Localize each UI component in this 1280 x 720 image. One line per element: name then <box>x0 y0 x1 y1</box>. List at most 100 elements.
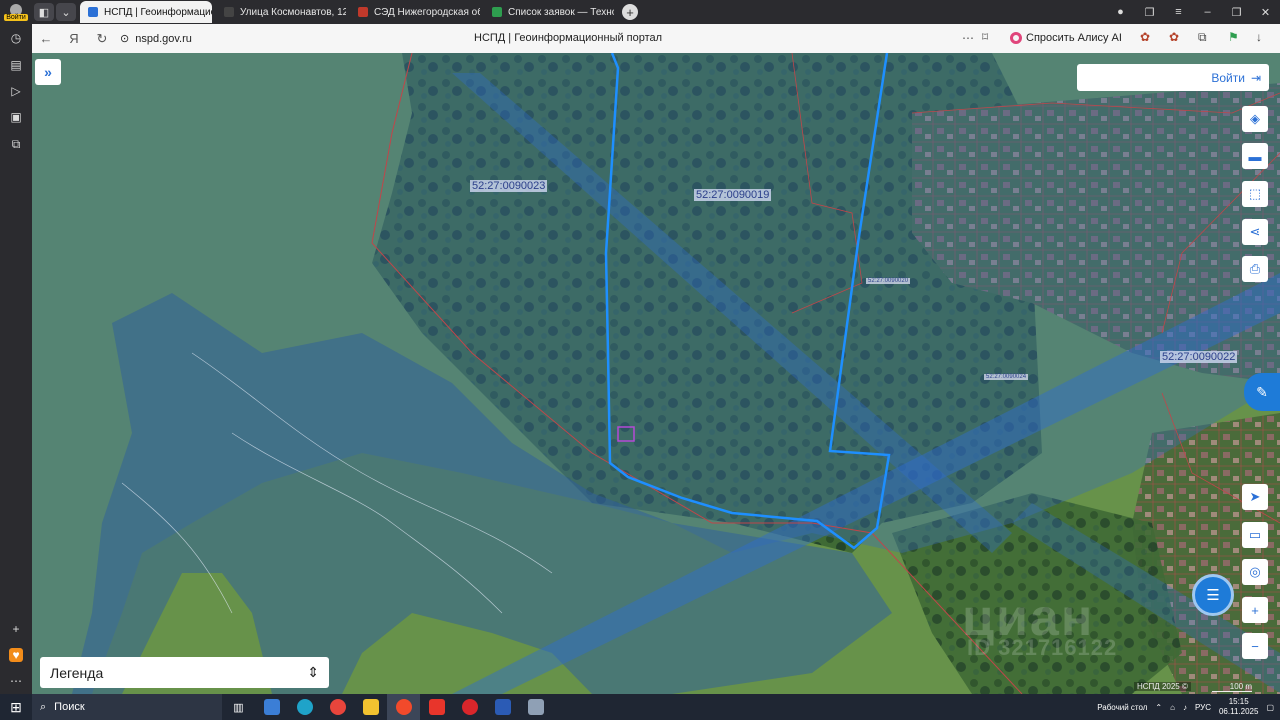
parcel-label[interactable]: 52:27:0090023 <box>470 180 548 192</box>
attribution: НСПД 2025 © <box>1134 682 1191 691</box>
location-button[interactable]: ◎ <box>1242 559 1268 585</box>
task-view-button[interactable]: ▥ <box>222 694 255 720</box>
screen: Войти ◧ ⌄ НСПД | Геоинформацион ✕ Улица … <box>0 0 1280 720</box>
tab-nspd[interactable]: НСПД | Геоинформацион ✕ <box>80 1 212 23</box>
url-field[interactable]: ⊙ nspd.gov.ru <box>120 32 192 46</box>
technok-favicon-icon <box>492 7 502 17</box>
extensions-icon[interactable]: ⚑ <box>1228 30 1239 44</box>
network-icon[interactable]: ⌂ <box>1170 703 1175 712</box>
more-options-icon[interactable]: ⋯ <box>962 31 974 45</box>
site-info-icon[interactable]: ⊙ <box>120 32 129 45</box>
taskbar-photo[interactable] <box>519 694 552 720</box>
history-icon[interactable]: ◷ <box>9 31 23 45</box>
reload-icon[interactable]: ↻ <box>88 31 116 47</box>
location-icon: ◎ <box>1249 564 1261 579</box>
parcel-label[interactable]: 52:27:0090020 <box>866 278 911 284</box>
screenshot-icon[interactable]: ⧉ <box>9 137 23 151</box>
taskbar-word[interactable] <box>486 694 519 720</box>
app-icon <box>263 699 280 715</box>
menu-icon[interactable]: ≡ <box>1164 6 1193 18</box>
play-icon[interactable]: ▷ <box>9 84 23 98</box>
desktop-label[interactable]: Рабочий стол <box>1097 703 1147 712</box>
chrome-icon <box>329 699 346 715</box>
close-window-icon[interactable]: ✕ <box>1251 6 1280 19</box>
browser-side-panel: ◷ ▤ ▷ ▣ ⧉ + ♥ ⋯ <box>0 24 32 694</box>
taskbar-yandex-browser[interactable] <box>387 694 420 720</box>
notes-icon[interactable]: ▤ <box>9 58 23 72</box>
collections-icon[interactable]: ❐ <box>1135 6 1164 19</box>
extension-icon[interactable]: ✿ <box>1140 30 1150 44</box>
ruler-button[interactable]: ▬ <box>1242 143 1268 169</box>
chevron-up-icon[interactable]: ⌃ <box>1155 703 1162 712</box>
taskbar-explorer[interactable] <box>354 694 387 720</box>
legend-dropdown[interactable]: Легенда ⇕ <box>40 657 329 688</box>
login-button[interactable]: Войти ⇥ <box>1077 64 1269 91</box>
share-icon: ⋖ <box>1249 224 1261 239</box>
tabs-menu-button[interactable]: ◧ <box>34 3 54 21</box>
alice-icon <box>1010 32 1022 44</box>
taskbar-search[interactable]: ⌕ Поиск <box>32 694 222 720</box>
taskbar-app[interactable] <box>255 694 288 720</box>
market-icon[interactable]: ♥ <box>9 648 23 662</box>
print-button[interactable]: ⎙ <box>1242 256 1268 282</box>
restore-icon[interactable]: ❐ <box>1222 6 1251 19</box>
system-tray: Рабочий стол ⌃ ⌂ ♪ РУС 15:15 06.11.2025 … <box>1097 694 1280 720</box>
zoom-in-button[interactable]: + <box>1242 597 1268 623</box>
more-icon[interactable]: ⋯ <box>9 674 23 688</box>
volume-icon[interactable]: ♪ <box>1183 703 1187 712</box>
zoom-out-button[interactable]: − <box>1242 633 1268 659</box>
login-icon: ⇥ <box>1250 70 1261 85</box>
select-area-button[interactable]: ⬚ <box>1242 181 1268 207</box>
parcel-label[interactable]: 52:27:0090022 <box>1160 351 1238 363</box>
yandex-icon[interactable]: Я <box>60 31 88 46</box>
page-title: НСПД | Геоинформационный портал <box>474 32 663 44</box>
picture-in-picture-icon: ▭ <box>1248 527 1262 542</box>
parcel-label[interactable]: 52:27:0090024 <box>984 374 1029 380</box>
chat-button[interactable]: ☰ <box>1192 574 1234 616</box>
account-icon[interactable]: ● <box>1106 6 1135 18</box>
taskbar-edge[interactable] <box>288 694 321 720</box>
alice-label: Спросить Алису AI <box>1026 32 1122 44</box>
sed-favicon-icon <box>358 7 368 17</box>
taskbar-yandex[interactable] <box>420 694 453 720</box>
watermark-id: ID 321716122 <box>967 635 1118 660</box>
expand-panel-button[interactable]: » <box>35 59 61 85</box>
layers-button[interactable]: ◈ <box>1242 106 1268 132</box>
start-button[interactable]: ⊞ <box>0 694 32 720</box>
tab-kosmonavtov[interactable]: Улица Космонавтов, 12 – <box>216 1 346 23</box>
select-area-icon: ⬚ <box>1248 186 1262 201</box>
back-icon[interactable]: ← <box>32 31 60 46</box>
new-tab-button[interactable]: + <box>622 4 638 20</box>
tab-zayavki[interactable]: Список заявок — ТехноК <box>484 1 614 23</box>
tabs-dropdown-button[interactable]: ⌄ <box>56 3 76 21</box>
map-favicon-icon <box>224 7 234 17</box>
date: 06.11.2025 <box>1218 707 1259 716</box>
profile-button[interactable]: Войти <box>0 0 32 24</box>
navigate-button[interactable]: ➤ <box>1242 484 1268 510</box>
picture-in-picture-button[interactable]: ▭ <box>1242 522 1268 548</box>
share-button[interactable]: ⋖ <box>1242 219 1268 245</box>
notifications-icon[interactable]: ▢ <box>1266 703 1274 712</box>
clock[interactable]: 15:15 06.11.2025 <box>1219 697 1258 717</box>
feedback-side-button[interactable]: ✎ <box>1244 373 1280 411</box>
parcel-label[interactable]: 52:27:0090019 <box>694 189 772 201</box>
map-view[interactable]: 52:27:0090023 52:27:0090019 52:27:009002… <box>32 53 1280 694</box>
language-indicator[interactable]: РУС <box>1195 703 1211 712</box>
minimize-icon[interactable]: – <box>1193 6 1222 18</box>
ask-alice-button[interactable]: Спросить Алису AI <box>1004 28 1128 48</box>
photo-icon <box>527 699 544 715</box>
opera-icon <box>461 699 478 715</box>
copy-icon[interactable]: ⧉ <box>1198 30 1207 45</box>
tab-sed[interactable]: СЭД Нижегородская обл <box>350 1 480 23</box>
app-icon[interactable]: ▣ <box>9 110 23 124</box>
edge-icon <box>296 699 313 715</box>
add-panel-icon[interactable]: + <box>9 622 23 636</box>
yandex-browser-icon <box>395 699 412 715</box>
downloads-icon[interactable]: ↓ <box>1256 30 1262 44</box>
taskbar-opera[interactable] <box>453 694 486 720</box>
extension-icon[interactable]: ✿ <box>1169 30 1179 44</box>
task-view-icon: ▥ <box>233 701 244 714</box>
taskbar-chrome[interactable] <box>321 694 354 720</box>
bookmark-icon[interactable]: ⌑ <box>982 30 988 44</box>
print-icon: ⎙ <box>1249 261 1261 276</box>
